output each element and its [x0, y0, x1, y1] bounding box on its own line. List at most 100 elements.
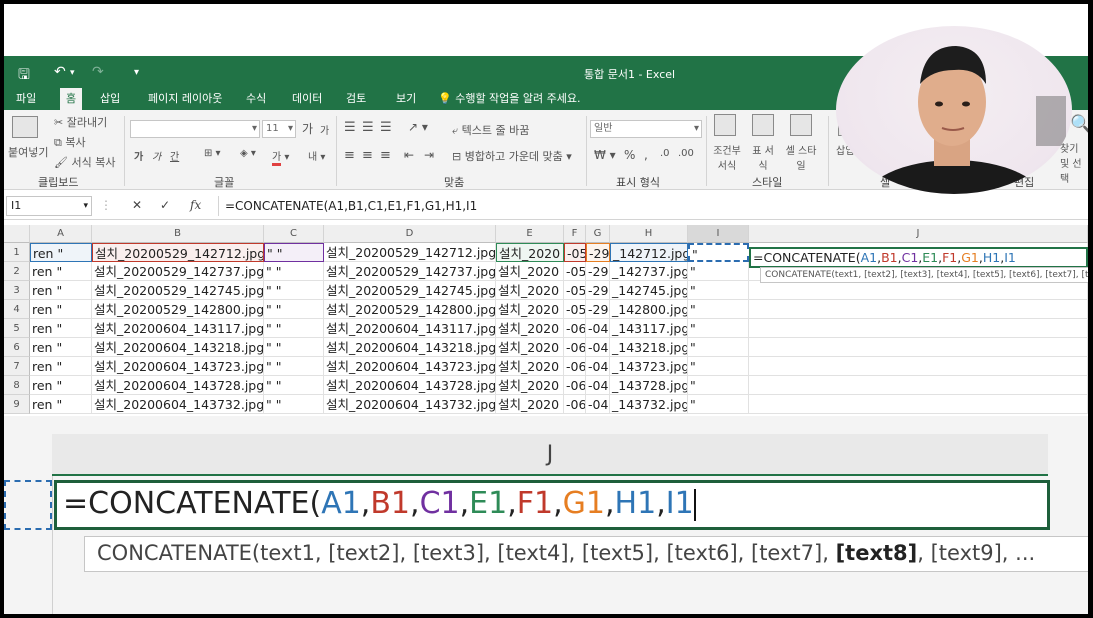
cell-g[interactable]: -04 — [586, 319, 610, 338]
cell-b[interactable]: 설치_20200604_143117.jpg — [92, 319, 264, 338]
align-top-icon[interactable]: ☰ — [344, 120, 356, 135]
column-header[interactable]: D — [324, 225, 496, 243]
tab-insert[interactable]: 삽입 — [94, 88, 126, 110]
cell-c[interactable]: " " — [264, 338, 324, 357]
paste-icon[interactable] — [12, 116, 38, 138]
cell-i[interactable]: " — [688, 319, 749, 338]
column-header[interactable]: G — [586, 225, 610, 243]
cell-c[interactable]: " " — [264, 281, 324, 300]
cell-g[interactable]: -04 — [586, 338, 610, 357]
cell-d[interactable]: 설치_20200604_143723.jpg — [324, 357, 496, 376]
row-header[interactable]: 5 — [4, 319, 30, 338]
column-header[interactable]: B — [92, 225, 264, 243]
cell-h[interactable]: _143728.jpg — [610, 376, 688, 395]
tab-review[interactable]: 검토 — [340, 88, 372, 110]
cell-j[interactable] — [749, 319, 1088, 338]
cell-i[interactable]: " — [688, 243, 749, 262]
cell-h[interactable]: _142712.jpg — [610, 243, 688, 262]
cell-g[interactable]: -29 — [586, 243, 610, 262]
borders-icon[interactable]: ⊞ ▾ — [204, 148, 221, 159]
percent-button[interactable]: % — [624, 148, 635, 162]
cell-c[interactable]: " " — [264, 357, 324, 376]
cell-a[interactable]: ren " — [30, 376, 92, 395]
insert-function-icon[interactable]: fx — [190, 198, 201, 212]
row-header[interactable]: 8 — [4, 376, 30, 395]
column-header[interactable]: A — [30, 225, 92, 243]
paste-button[interactable]: 붙여넣기 — [8, 144, 48, 160]
undo-dropdown-icon[interactable]: ▾ — [70, 68, 75, 78]
row-header[interactable]: 6 — [4, 338, 30, 357]
cell-j[interactable] — [749, 376, 1088, 395]
cell-e[interactable]: 설치_2020 — [496, 395, 564, 414]
tab-data[interactable]: 데이터 — [286, 88, 328, 110]
column-header[interactable]: J — [749, 225, 1088, 243]
cell-f[interactable]: -06 — [564, 357, 586, 376]
cell-f[interactable]: -06 — [564, 376, 586, 395]
cell-j[interactable] — [749, 395, 1088, 414]
cell-f[interactable]: -05 — [564, 243, 586, 262]
align-bottom-icon[interactable]: ☰ — [380, 120, 392, 135]
underline-button[interactable]: 간 — [170, 148, 179, 163]
cell-a[interactable]: ren " — [30, 262, 92, 281]
fill-color-icon[interactable]: ◈ ▾ — [240, 148, 256, 159]
align-right-icon[interactable]: ≡ — [380, 148, 391, 163]
row-header[interactable]: 4 — [4, 300, 30, 319]
decrease-decimal-icon[interactable]: .00 — [678, 148, 694, 159]
cell-d[interactable]: 설치_20200604_143218.jpg — [324, 338, 496, 357]
wrap-text-button[interactable]: ⤶ 텍스트 줄 바꿈 — [452, 122, 529, 138]
merge-center-button[interactable]: ⊟ 병합하고 가운데 맞춤 ▾ — [452, 148, 572, 164]
cell-e[interactable]: 설치_2020 — [496, 319, 564, 338]
cell-g[interactable]: -29 — [586, 262, 610, 281]
column-header[interactable]: F — [564, 225, 586, 243]
cell-b[interactable]: 설치_20200529_142712.jpg — [92, 243, 264, 262]
find-select-button[interactable]: 찾기 및 선택 — [1060, 140, 1088, 185]
bold-button[interactable]: 가 — [134, 148, 143, 163]
cell-e[interactable]: 설치_2020 — [496, 376, 564, 395]
cancel-icon[interactable]: ✕ — [132, 198, 142, 212]
cell-c[interactable]: " " — [264, 262, 324, 281]
currency-icon[interactable]: ₩ ▾ — [594, 148, 616, 162]
row-header[interactable]: 3 — [4, 281, 30, 300]
cell-h[interactable]: _143117.jpg — [610, 319, 688, 338]
conditional-format-button[interactable]: 조건부 서식 — [710, 142, 744, 172]
tab-view[interactable]: 보기 — [390, 88, 422, 110]
cell-f[interactable]: -06 — [564, 395, 586, 414]
cell-f[interactable]: -05 — [564, 281, 586, 300]
italic-button[interactable]: 가 — [152, 148, 161, 163]
cell-h[interactable]: _142737.jpg — [610, 262, 688, 281]
cell-d[interactable]: 설치_20200604_143732.jpg — [324, 395, 496, 414]
cell-e[interactable]: 설치_2020 — [496, 281, 564, 300]
cell-a[interactable]: ren " — [30, 395, 92, 414]
cell-b[interactable]: 설치_20200529_142737.jpg — [92, 262, 264, 281]
cell-h[interactable]: _142745.jpg — [610, 281, 688, 300]
row-header[interactable]: 2 — [4, 262, 30, 281]
cell-i[interactable]: " — [688, 281, 749, 300]
cell-i[interactable]: " — [688, 357, 749, 376]
increase-decimal-icon[interactable]: .0 — [660, 148, 670, 159]
cell-a[interactable]: ren " — [30, 357, 92, 376]
row-header[interactable]: 1 — [4, 243, 30, 262]
font-color-button[interactable]: 가 ▾ — [272, 148, 289, 166]
cell-b[interactable]: 설치_20200604_143732.jpg — [92, 395, 264, 414]
cell-h[interactable]: _143723.jpg — [610, 357, 688, 376]
font-size-select[interactable]: 11 ▾ — [262, 120, 296, 138]
cell-c[interactable]: " " — [264, 376, 324, 395]
cell-d[interactable]: 설치_20200529_142745.jpg — [324, 281, 496, 300]
cell-b[interactable]: 설치_20200529_142800.jpg — [92, 300, 264, 319]
cell-h[interactable]: _143218.jpg — [610, 338, 688, 357]
cell-e[interactable]: 설치_2020 — [496, 357, 564, 376]
cell-h[interactable]: _143732.jpg — [610, 395, 688, 414]
cell-j[interactable] — [749, 300, 1088, 319]
cell-f[interactable]: -06 — [564, 338, 586, 357]
tab-file[interactable]: 파일 — [10, 88, 42, 110]
cell-a[interactable]: ren " — [30, 300, 92, 319]
cell-g[interactable]: -29 — [586, 281, 610, 300]
align-left-icon[interactable]: ≡ — [344, 148, 355, 163]
cell-j[interactable] — [749, 338, 1088, 357]
cell-c[interactable]: " " — [264, 243, 324, 262]
comma-icon[interactable]: , — [644, 148, 648, 162]
cell-j[interactable] — [749, 281, 1088, 300]
cell-i[interactable]: " — [688, 376, 749, 395]
increase-indent-icon[interactable]: ⇥ — [424, 148, 434, 162]
cell-e[interactable]: 설치_2020 — [496, 300, 564, 319]
